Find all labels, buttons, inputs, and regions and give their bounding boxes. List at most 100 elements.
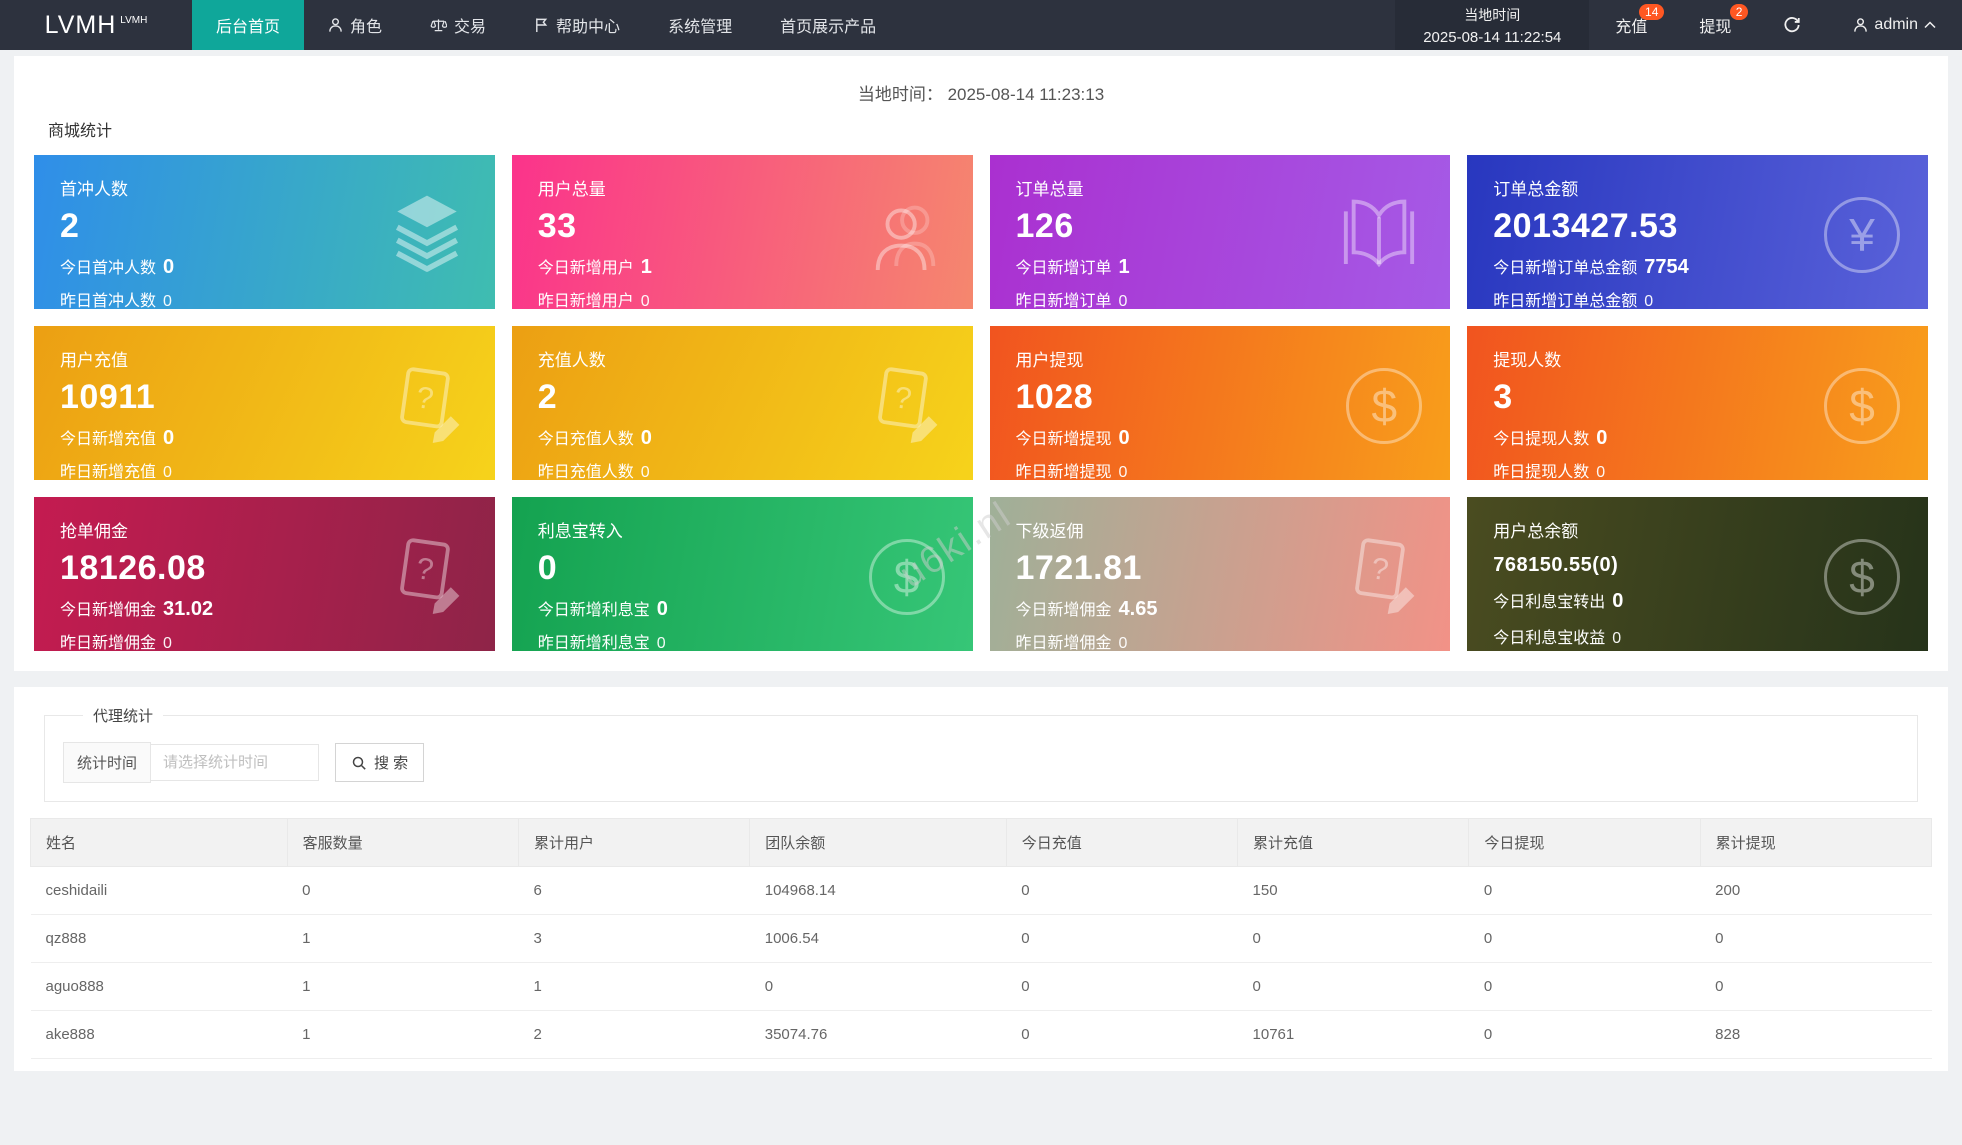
logo-sup: LVMH: [120, 14, 148, 26]
stat-card-user-recharge: 用户充值 10911 今日新增充值 0 昨日新增充值 0 ?: [34, 326, 495, 480]
logo[interactable]: LVMH LVMH: [0, 0, 192, 50]
user-icon: [328, 17, 343, 33]
card-yesterday-label: 昨日新增订单: [1015, 293, 1112, 309]
card-today-label: 今日新增用户: [537, 260, 634, 277]
card-yesterday-label: 昨日新增用户: [537, 293, 634, 309]
table-cell: 828: [1700, 1010, 1932, 1059]
layers-icon: [387, 194, 467, 277]
nav-item-roles[interactable]: 角色: [304, 0, 406, 50]
card-yesterday-label: 昨日新增佣金: [1015, 635, 1112, 651]
card-today-label: 今日充值人数: [537, 431, 634, 448]
card-yesterday-value: 0: [656, 635, 666, 651]
nav-item-trade[interactable]: 交易: [406, 0, 510, 50]
card-yesterday-value: 0: [163, 464, 172, 480]
table-cell: 0: [1468, 866, 1701, 915]
stats-time-input[interactable]: [151, 744, 320, 781]
table-cell: 150: [1237, 866, 1469, 915]
card-today-label: 今日新增订单总金额: [1493, 260, 1638, 277]
local-time-label: 当地时间: [1464, 6, 1521, 23]
card-today-value: 4.65: [1118, 598, 1158, 620]
stat-card-order-total-amount: 订单总金额 2013427.53 今日新增订单总金额 7754 昨日新增订单总金额…: [1467, 155, 1928, 309]
stats-time-label: 统计时间: [63, 742, 152, 783]
stat-card-user-total-balance: 用户总余额 768150.55(0) 今日利息宝转出 0 今日利息宝收益 0 $: [1467, 497, 1928, 651]
column-header-total-withdraw: 累计提现: [1699, 818, 1933, 867]
column-header-today-withdraw: 今日提现: [1468, 818, 1701, 867]
card-today-value: 7754: [1644, 256, 1689, 278]
table-cell: 0: [1468, 1010, 1701, 1059]
nav-item-home[interactable]: 后台首页: [192, 0, 305, 50]
card-today-label: 今日新增利息宝: [537, 602, 650, 619]
card-today-value: 0: [163, 256, 175, 278]
clock-value: 2025-08-14 11:23:13: [947, 85, 1105, 104]
table-cell: 1: [287, 962, 519, 1011]
search-button[interactable]: 搜 索: [335, 743, 425, 782]
table-cell: 0: [1006, 866, 1238, 915]
card-today-label: 今日提现人数: [1493, 431, 1590, 448]
withdraw-button[interactable]: 提现 2: [1673, 0, 1757, 50]
table-cell: 2: [518, 1010, 750, 1059]
dollar-circle-icon: $: [1346, 368, 1423, 445]
table-cell: 0: [1006, 962, 1238, 1011]
card-today-label: 今日新增充值: [60, 431, 157, 448]
svg-text:?: ?: [414, 551, 436, 587]
card-yesterday-value: 0: [1118, 464, 1128, 480]
card-today-label: 今日新增佣金: [60, 602, 157, 619]
nav-item-help-center[interactable]: 帮助中心: [510, 0, 644, 50]
table-cell: 104968.14: [749, 866, 1007, 915]
card-today-label: 今日利息宝转出: [1493, 594, 1606, 611]
card-yesterday-value: 0: [163, 635, 172, 651]
table-row: ake888 1 2 35074.76 0 10761 0 828: [30, 1010, 1932, 1059]
doc-edit-icon: ?: [1342, 535, 1422, 620]
yen-circle-icon: ¥: [1824, 197, 1900, 274]
stat-card-total-orders: 订单总量 126 今日新增订单 1 昨日新增订单 0: [989, 155, 1451, 309]
card-today-value: 0: [656, 598, 668, 620]
card-today-value: 0: [1612, 590, 1624, 612]
card-today-label: 今日新增提现: [1015, 431, 1112, 448]
user-menu[interactable]: admin: [1827, 0, 1962, 50]
dollar-circle-icon: $: [1824, 368, 1900, 445]
column-header-name: 姓名: [30, 818, 288, 867]
search-icon: [351, 755, 367, 771]
refresh-icon: [1783, 16, 1801, 34]
stat-cards-grid: 首冲人数 2 今日首冲人数 0 昨日首冲人数 0 用户总量 33 今日新增用户 1 昨…: [34, 155, 1928, 651]
recharge-button[interactable]: 充值 14: [1589, 0, 1673, 50]
nav-item-home-products[interactable]: 首页展示产品: [756, 0, 900, 50]
card-yesterday-label: 昨日新增佣金: [60, 635, 157, 651]
agent-stats-fieldset: 代理统计 统计时间 搜 索: [44, 705, 1918, 802]
stat-card-interest-transfer-in: 利息宝转入 0 今日新增利息宝 0 昨日新增利息宝 0 $: [511, 497, 973, 651]
local-time-display: 当地时间 2025-08-14 11:22:54: [1395, 0, 1590, 50]
svg-text:?: ?: [414, 380, 436, 416]
nav-item-system[interactable]: 系统管理: [644, 0, 756, 50]
table-cell: 0: [1700, 962, 1932, 1011]
username: admin: [1874, 16, 1918, 33]
table-header-row: 姓名 客服数量 累计用户 团队余额 今日充值 累计充值 今日提现 累计提现: [30, 818, 1933, 867]
table-cell: 1006.54: [749, 914, 1007, 963]
table-row: aguo888 1 1 0 0 0 0 0: [30, 962, 1932, 1011]
book-icon: [1336, 194, 1422, 277]
local-time-line: 当地时间： 2025-08-14 11:23:13: [34, 70, 1928, 113]
top-navbar: LVMH LVMH 后台首页 角色 交易 帮助中心 系统管理 首页展示产品 当地…: [0, 0, 1962, 50]
table-cell: 0: [1006, 1010, 1238, 1059]
card-yesterday-label: 昨日首冲人数: [60, 293, 157, 309]
card-yesterday-label: 昨日充值人数: [537, 464, 634, 480]
refresh-button[interactable]: [1757, 0, 1827, 50]
column-header-service-count: 客服数量: [286, 818, 519, 867]
table-cell: 1: [287, 914, 519, 963]
table-cell: aguo888: [30, 962, 288, 1011]
column-header-total-users: 累计用户: [517, 818, 751, 867]
table-cell: 200: [1700, 866, 1932, 915]
table-cell: 0: [1700, 914, 1932, 963]
card-yesterday-label: 昨日新增充值: [60, 464, 157, 480]
section-title-mall-stats: 商城统计: [48, 123, 113, 140]
card-today-value: 0: [1118, 427, 1130, 449]
card-yesterday-value: 0: [640, 464, 650, 480]
table-row: ceshidaili 0 6 104968.14 0 150 0 200: [30, 866, 1932, 915]
main-menu: 后台首页 角色 交易 帮助中心 系统管理 首页展示产品: [192, 0, 900, 50]
table-cell: 0: [1237, 962, 1469, 1011]
card-yesterday-label: 昨日新增订单总金额: [1493, 293, 1638, 309]
table-cell: 0: [1237, 914, 1469, 963]
table-cell: 0: [287, 866, 519, 915]
table-cell: 1: [518, 962, 750, 1011]
agent-table: 姓名 客服数量 累计用户 团队余额 今日充值 累计充值 今日提现 累计提现 ce…: [30, 818, 1933, 1059]
clock-label: 当地时间：: [857, 85, 943, 104]
